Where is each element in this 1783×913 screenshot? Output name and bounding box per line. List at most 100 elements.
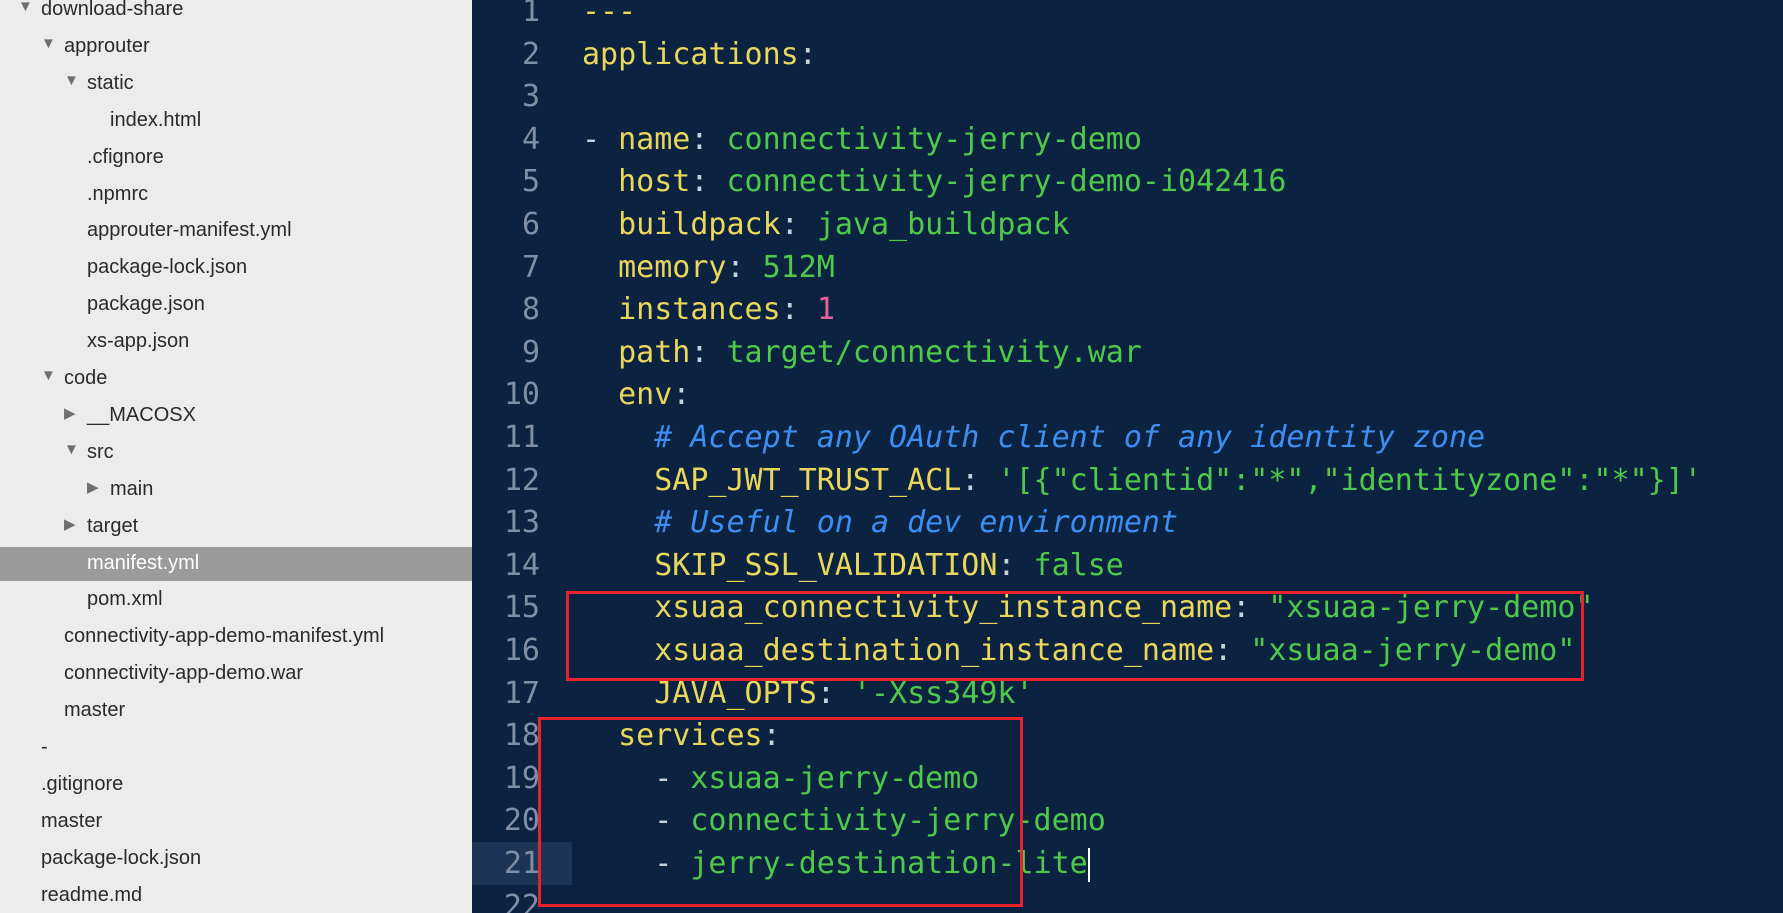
tree-item[interactable]: master: [0, 694, 472, 728]
code-line[interactable]: 1 ---: [472, 0, 1783, 33]
tree-item[interactable]: connectivity-app-demo-manifest.yml: [0, 620, 472, 654]
tree-item[interactable]: ▼ approuter: [0, 30, 472, 64]
tree-item[interactable]: pom.xml: [0, 583, 472, 617]
tree-item[interactable]: ▼ code: [0, 362, 472, 396]
tree-item-label: download-share: [41, 0, 184, 20]
code-token: :: [780, 292, 817, 328]
tree-item[interactable]: readme.md: [0, 879, 472, 913]
tree-item-label: connectivity-app-demo.war: [64, 662, 303, 685]
collapse-arrow-icon[interactable]: ▶: [64, 515, 76, 533]
tree-item[interactable]: master: [0, 805, 472, 839]
code-token: 512M: [762, 249, 835, 285]
env-instance-highlight-box: [566, 591, 1584, 681]
code-token: env: [618, 377, 673, 413]
code-token: buildpack: [618, 207, 781, 242]
code-line[interactable]: 14 SKIP_SSL_VALIDATION: false: [472, 544, 1783, 587]
code-text: env:: [582, 373, 690, 416]
tree-item[interactable]: ▼ static: [0, 67, 472, 101]
line-number: 13: [503, 505, 540, 541]
line-number: 10: [503, 377, 540, 413]
code-token: ---: [582, 0, 637, 29]
line-number: 18: [503, 718, 540, 754]
code-line[interactable]: 13 # Useful on a dev environment: [472, 501, 1783, 544]
code-token: :: [961, 462, 998, 498]
code-token: path: [618, 334, 691, 370]
code-token: target/connectivity.war: [726, 334, 1142, 370]
tree-item[interactable]: ▼ src: [0, 436, 472, 470]
tree-item-label: .cfignore: [87, 145, 164, 168]
expand-arrow-icon[interactable]: ▼: [41, 367, 56, 384]
collapse-arrow-icon[interactable]: ▶: [87, 478, 99, 496]
line-number: 11: [503, 420, 540, 455]
code-token: -: [582, 121, 619, 157]
tree-item[interactable]: -: [0, 731, 472, 765]
code-line[interactable]: 6 buildpack: java_buildpack: [472, 203, 1783, 246]
line-number: 14: [503, 547, 540, 583]
code-text: # Useful on a dev environment: [582, 501, 1178, 544]
tree-item-label: main: [110, 477, 154, 500]
code-text: SKIP_SSL_VALIDATION: false: [582, 544, 1124, 587]
tree-item-label: approuter: [64, 34, 150, 57]
code-text: buildpack: java_buildpack: [582, 203, 1070, 246]
expand-arrow-icon[interactable]: ▼: [18, 0, 33, 15]
code-editor[interactable]: 1 --- 2 applications: 3 4 - name: connectivity…: [472, 0, 1783, 913]
code-token: SAP_JWT_TRUST_ACL: [654, 462, 962, 498]
line-number: 12: [503, 462, 540, 498]
tree-item[interactable]: manifest.yml: [0, 546, 472, 581]
tree-item-label: .npmrc: [87, 182, 149, 205]
code-line[interactable]: 5 host: connectivity-jerry-demo-i042416: [472, 160, 1783, 203]
code-line[interactable]: 7 memory: 512M: [472, 246, 1783, 289]
code-text: memory: 512M: [582, 246, 835, 289]
tree-item[interactable]: package.json: [0, 288, 472, 322]
line-number: 7: [521, 249, 540, 285]
code-line[interactable]: 11 # Accept any OAuth client of any iden…: [472, 416, 1783, 459]
code-line[interactable]: 4 - name: connectivity-jerry-demo: [472, 118, 1783, 161]
tree-item[interactable]: ▶ main: [0, 473, 472, 507]
tree-item[interactable]: xs-app.json: [0, 325, 472, 359]
tree-item-label: src: [87, 440, 114, 463]
code-text: - name: connectivity-jerry-demo: [582, 118, 1142, 161]
code-text: ---: [582, 0, 636, 33]
tree-item[interactable]: approuter-manifest.yml: [0, 214, 472, 248]
tree-item[interactable]: .npmrc: [0, 178, 472, 212]
code-line[interactable]: 8 instances: 1: [472, 288, 1783, 331]
expand-arrow-icon[interactable]: ▼: [64, 72, 79, 89]
tree-item-label: target: [87, 514, 139, 537]
code-line[interactable]: 3: [472, 75, 1783, 118]
tree-item[interactable]: ▼ download-share: [0, 0, 472, 27]
code-token: connectivity-jerry-demo: [726, 121, 1142, 157]
line-number: 5: [521, 164, 540, 200]
code-token: false: [1033, 547, 1124, 583]
services-highlight-box: [538, 717, 1023, 907]
line-number: 3: [521, 79, 540, 115]
tree-item[interactable]: ▶ target: [0, 510, 472, 544]
tree-item[interactable]: ▶ __MACOSX: [0, 399, 472, 433]
code-text: instances: 1: [582, 288, 835, 331]
code-line[interactable]: 2 applications:: [472, 33, 1783, 76]
code-line[interactable]: 9 path: target/connectivity.war: [472, 331, 1783, 374]
code-line[interactable]: 12 SAP_JWT_TRUST_ACL: '[{"clientid":"*",…: [472, 459, 1783, 502]
tree-item[interactable]: .cfignore: [0, 141, 472, 175]
line-number: 2: [521, 36, 540, 72]
tree-item[interactable]: package-lock.json: [0, 251, 472, 285]
collapse-arrow-icon[interactable]: ▶: [64, 404, 76, 422]
expand-arrow-icon[interactable]: ▼: [41, 35, 56, 52]
code-text: applications:: [582, 33, 817, 76]
tree-item[interactable]: index.html: [0, 104, 472, 138]
code-token: memory: [618, 249, 727, 285]
expand-arrow-icon[interactable]: ▼: [64, 441, 79, 458]
code-line[interactable]: 10 env:: [472, 373, 1783, 416]
tree-item[interactable]: connectivity-app-demo.war: [0, 657, 472, 691]
code-text: host: connectivity-jerry-demo-i042416: [582, 160, 1286, 203]
tree-item[interactable]: package-lock.json: [0, 842, 472, 876]
tree-item[interactable]: .gitignore: [0, 768, 472, 802]
tree-item-label: readme.md: [41, 883, 143, 906]
